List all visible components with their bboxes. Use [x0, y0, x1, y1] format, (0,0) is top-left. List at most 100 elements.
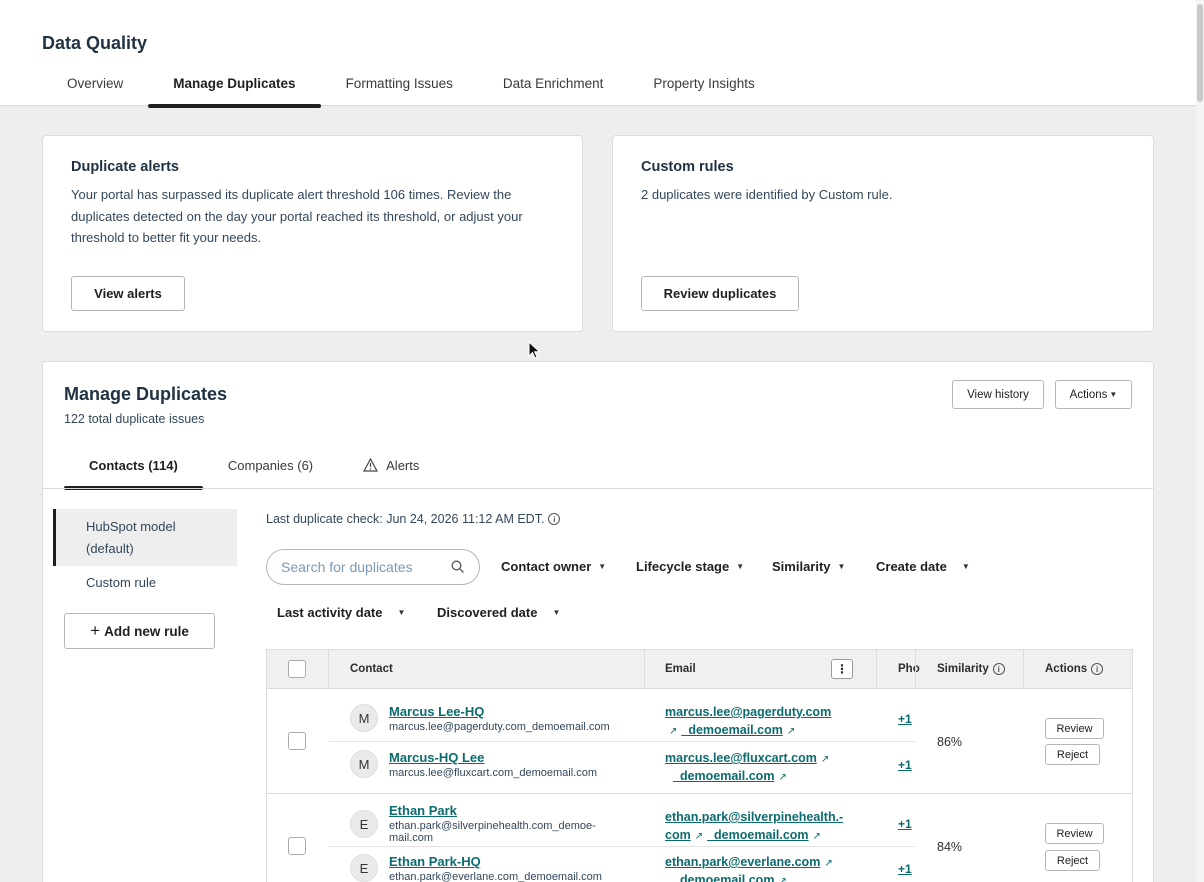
view-history-button[interactable]: View history — [952, 380, 1044, 409]
caret-down-icon: ▼ — [736, 562, 745, 571]
external-link-icon[interactable]: ↗ — [824, 858, 832, 869]
mouse-cursor-icon — [528, 341, 541, 359]
contact-name-link[interactable]: Marcus-HQ Lee — [389, 750, 597, 765]
more-vertical-icon[interactable]: ⋮ — [831, 659, 853, 679]
email-link[interactable]: ethan.park@everlane.com — [665, 855, 820, 869]
reject-button[interactable]: Reject — [1045, 744, 1100, 765]
col-actions[interactable]: Actions i — [1045, 650, 1104, 688]
add-new-rule-label: Add new rule — [104, 623, 189, 639]
actions-dropdown[interactable]: Actions ▼ — [1055, 380, 1132, 409]
top-bar: Data Quality Overview Manage Duplicates … — [0, 0, 1196, 108]
contact-email-text: mail.com — [389, 832, 434, 844]
phone-link[interactable]: +1 — [898, 817, 912, 831]
col-actions-label: Actions — [1045, 663, 1088, 675]
filter-lifecycle-stage[interactable]: Lifecycle stage ▼ — [636, 559, 744, 574]
search-box[interactable] — [266, 549, 480, 585]
email-link[interactable]: marcus.lee@fluxcart.com — [665, 751, 817, 765]
section-title: Manage Duplicates — [64, 384, 228, 404]
row-checkbox[interactable] — [288, 732, 306, 750]
email-link[interactable]: _demoemail.com — [681, 723, 782, 737]
tab-formatting-issues[interactable]: Formatting Issues — [321, 74, 478, 106]
avatar: M — [350, 704, 378, 732]
review-button[interactable]: Review — [1045, 718, 1104, 739]
email-link[interactable]: ethan.park@silverpinehealth.- — [665, 810, 843, 824]
external-link-icon[interactable]: ↗ — [787, 726, 795, 737]
custom-rules-card: Custom rules 2 duplicates were identifie… — [612, 135, 1154, 332]
filter-contact-owner[interactable]: Contact owner ▼ — [501, 559, 606, 574]
row-checkbox[interactable] — [288, 837, 306, 855]
tab-data-enrichment[interactable]: Data Enrichment — [478, 74, 629, 106]
external-link-icon[interactable]: ↗ — [695, 831, 703, 842]
search-input[interactable] — [281, 559, 441, 575]
email-link[interactable]: _demoemail.com — [673, 873, 774, 882]
select-all-checkbox[interactable] — [288, 660, 306, 678]
page-scrollbar[interactable] — [1196, 0, 1204, 882]
duplicate-group: E Ethan Park ethan.park@silverpinehealth… — [266, 794, 1133, 882]
info-icon[interactable]: i — [992, 663, 1005, 675]
contact-email-text: ethan.park@silverpinehealth.com_demoe- — [389, 820, 596, 832]
tabs-divider — [43, 488, 1153, 489]
caret-down-icon: ▼ — [598, 562, 607, 571]
email-link[interactable]: _demoemail.com — [673, 769, 774, 783]
tab-companies[interactable]: Companies (6) — [203, 458, 338, 490]
avatar: E — [350, 854, 378, 882]
col-similarity[interactable]: Similarity i — [937, 650, 1005, 688]
filter-discovered-date[interactable]: Discovered date ▼ — [437, 605, 560, 620]
duplicates-table: Contact Email ⋮ Pho Similarity i Actions i… — [266, 649, 1133, 882]
search-icon[interactable] — [451, 560, 465, 574]
email-link[interactable]: marcus.lee@pagerduty.com — [665, 705, 831, 719]
email-cell: marcus.lee@fluxcart.com ↗ _demoemail.com ↗ — [665, 749, 833, 785]
external-link-icon[interactable]: ↗ — [821, 754, 829, 765]
manage-duplicates-section: Manage Duplicates 122 total duplicate is… — [42, 361, 1154, 882]
phone-link[interactable]: +1 — [898, 712, 912, 726]
tab-alerts[interactable]: Alerts — [338, 458, 444, 490]
phone-link[interactable]: +1 — [898, 758, 912, 772]
similarity-value: 84% — [937, 840, 963, 854]
add-new-rule-button[interactable]: + Add new rule — [64, 613, 215, 649]
phone-link[interactable]: +1 — [898, 862, 912, 876]
col-email-menu[interactable]: ⋮ — [831, 650, 853, 688]
col-phone[interactable]: Pho — [898, 650, 920, 688]
column-divider — [876, 650, 877, 688]
tab-manage-duplicates[interactable]: Manage Duplicates — [148, 74, 321, 108]
tab-overview[interactable]: Overview — [42, 74, 148, 106]
external-link-icon[interactable]: ↗ — [778, 876, 786, 882]
filter-similarity[interactable]: Similarity ▼ — [772, 559, 845, 574]
col-similarity-label: Similarity — [937, 663, 989, 675]
col-contact[interactable]: Contact — [350, 650, 393, 688]
contact-cell: Ethan Park-HQ ethan.park@everlane.com_de… — [389, 854, 602, 882]
filter-last-activity-date[interactable]: Last activity date ▼ — [277, 605, 405, 620]
filter-label: Similarity — [772, 559, 831, 574]
info-icon[interactable]: i — [548, 513, 561, 525]
rule-hubspot-model[interactable]: HubSpot model (default) — [53, 509, 237, 566]
tab-contacts[interactable]: Contacts (114) — [64, 458, 203, 490]
email-link[interactable]: com — [665, 828, 691, 842]
external-link-icon[interactable]: ↗ — [669, 726, 677, 737]
rule-list: HubSpot model (default) Custom rule — [53, 509, 237, 601]
view-alerts-button[interactable]: View alerts — [71, 276, 185, 311]
caret-down-icon: ▼ — [961, 562, 970, 571]
caret-down-icon: ▼ — [552, 608, 561, 617]
external-link-icon[interactable]: ↗ — [778, 772, 786, 783]
reject-button[interactable]: Reject — [1045, 850, 1100, 871]
col-email[interactable]: Email — [665, 650, 696, 688]
contact-name-link[interactable]: Ethan Park-HQ — [389, 854, 602, 869]
card-title: Custom rules — [641, 159, 734, 175]
filter-label: Contact owner — [501, 559, 592, 574]
filter-create-date[interactable]: Create date ▼ — [876, 559, 970, 574]
info-icon[interactable]: i — [1091, 663, 1104, 675]
caret-down-icon: ▼ — [837, 562, 846, 571]
tab-property-insights[interactable]: Property Insights — [628, 74, 779, 106]
caret-down-icon: ▼ — [1109, 390, 1118, 399]
email-link[interactable]: _demoemail.com — [707, 828, 808, 842]
rule-custom[interactable]: Custom rule — [53, 566, 237, 601]
review-duplicates-button[interactable]: Review duplicates — [641, 276, 799, 311]
scroll-thumb[interactable] — [1197, 4, 1203, 102]
review-button[interactable]: Review — [1045, 823, 1104, 844]
contact-cell: Marcus Lee-HQ marcus.lee@pagerduty.com_d… — [389, 704, 610, 733]
column-divider — [328, 650, 329, 688]
contact-name-link[interactable]: Marcus Lee-HQ — [389, 704, 610, 719]
row-divider — [329, 741, 915, 742]
contact-name-link[interactable]: Ethan Park — [389, 803, 596, 818]
external-link-icon[interactable]: ↗ — [813, 831, 821, 842]
